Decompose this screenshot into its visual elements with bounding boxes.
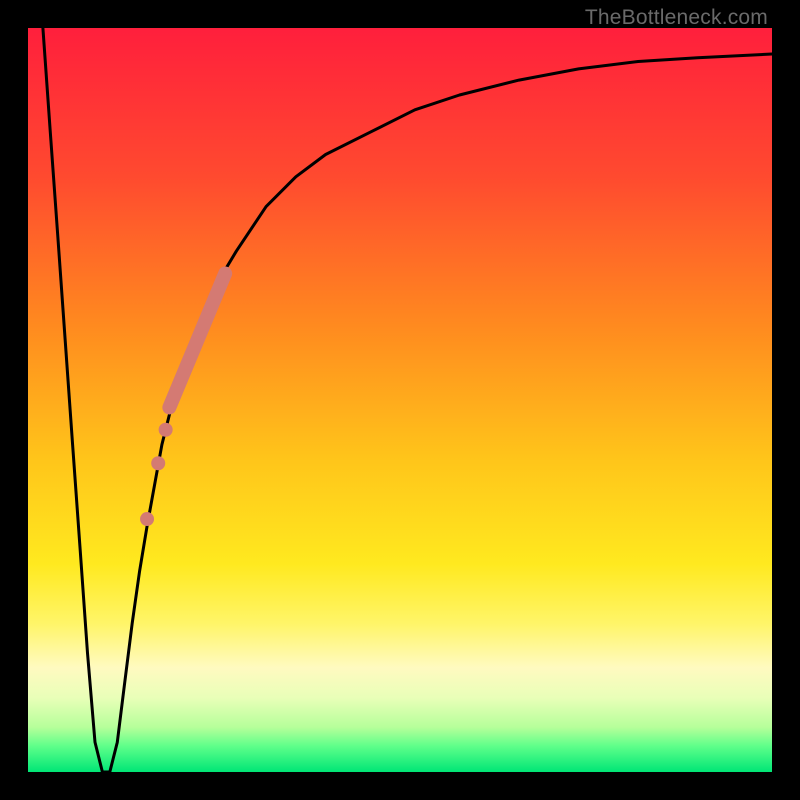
highlight-dot bbox=[159, 423, 173, 437]
highlight-dot bbox=[140, 512, 154, 526]
highlight-segment bbox=[169, 274, 225, 408]
chart-container: TheBottleneck.com bbox=[0, 0, 800, 800]
plot-area bbox=[28, 28, 772, 772]
curve-layer bbox=[28, 28, 772, 772]
watermark-text: TheBottleneck.com bbox=[585, 6, 768, 30]
bottleneck-curve bbox=[43, 28, 772, 772]
highlight-dot bbox=[151, 456, 165, 470]
